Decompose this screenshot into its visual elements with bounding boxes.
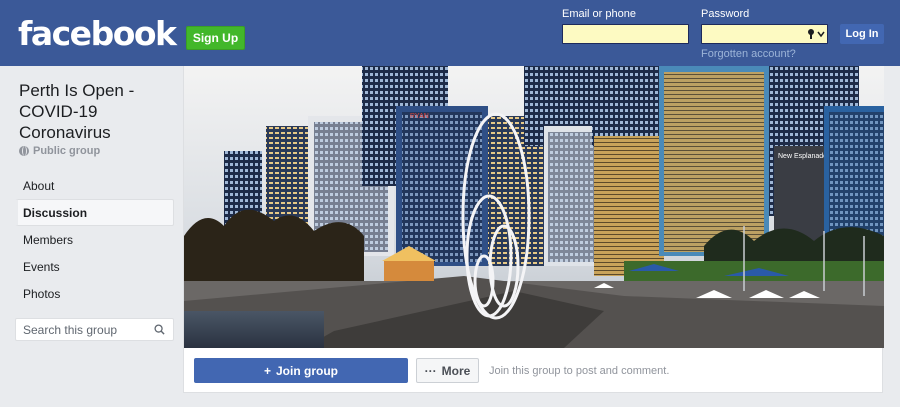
facebook-logo[interactable]: facebook <box>18 14 177 53</box>
nav-item-events[interactable]: Events <box>15 253 174 280</box>
nav-item-discussion[interactable]: Discussion <box>15 199 174 226</box>
log-in-button[interactable]: Log In <box>840 24 884 44</box>
plus-icon: + <box>263 363 271 378</box>
join-group-button[interactable]: + Join group <box>194 358 408 383</box>
globe-icon <box>19 146 29 156</box>
cover-sign-ryan: RYAN <box>410 113 429 120</box>
privacy-label: Public group <box>19 145 100 157</box>
top-bar: facebook Sign Up Email or phone Password… <box>0 0 900 66</box>
cover-photo: RYAN New Esplanade Hotel <box>184 66 884 348</box>
key-icon[interactable] <box>804 26 828 42</box>
group-title[interactable]: Perth Is Open - COVID-19 Coronavirus <box>19 80 169 143</box>
group-search-input[interactable]: Search this group <box>15 318 174 341</box>
email-field[interactable] <box>562 24 689 44</box>
group-card: RYAN New Esplanade Hotel + Join group ··… <box>183 66 884 393</box>
ellipsis-icon: ··· <box>424 363 437 378</box>
search-icon[interactable] <box>154 324 165 335</box>
more-button[interactable]: ··· More <box>416 358 479 383</box>
nav-item-about[interactable]: About <box>15 172 174 199</box>
sign-up-button[interactable]: Sign Up <box>186 26 245 50</box>
forgotten-account-link[interactable]: Forgotten account? <box>701 48 796 60</box>
email-label: Email or phone <box>562 8 636 20</box>
join-hint-text: Join this group to post and comment. <box>489 365 670 377</box>
more-label: More <box>441 363 471 378</box>
nav-item-photos[interactable]: Photos <box>15 280 174 307</box>
group-nav: About Discussion Members Events Photos <box>15 172 174 307</box>
privacy-text: Public group <box>33 145 101 157</box>
search-placeholder: Search this group <box>23 322 118 337</box>
cover-photo-cityscape: RYAN New Esplanade Hotel <box>184 66 884 348</box>
group-actions: + Join group ··· More Join this group to… <box>184 348 884 393</box>
nav-item-members[interactable]: Members <box>15 226 174 253</box>
password-label: Password <box>701 8 750 20</box>
join-group-label: Join group <box>276 363 338 378</box>
